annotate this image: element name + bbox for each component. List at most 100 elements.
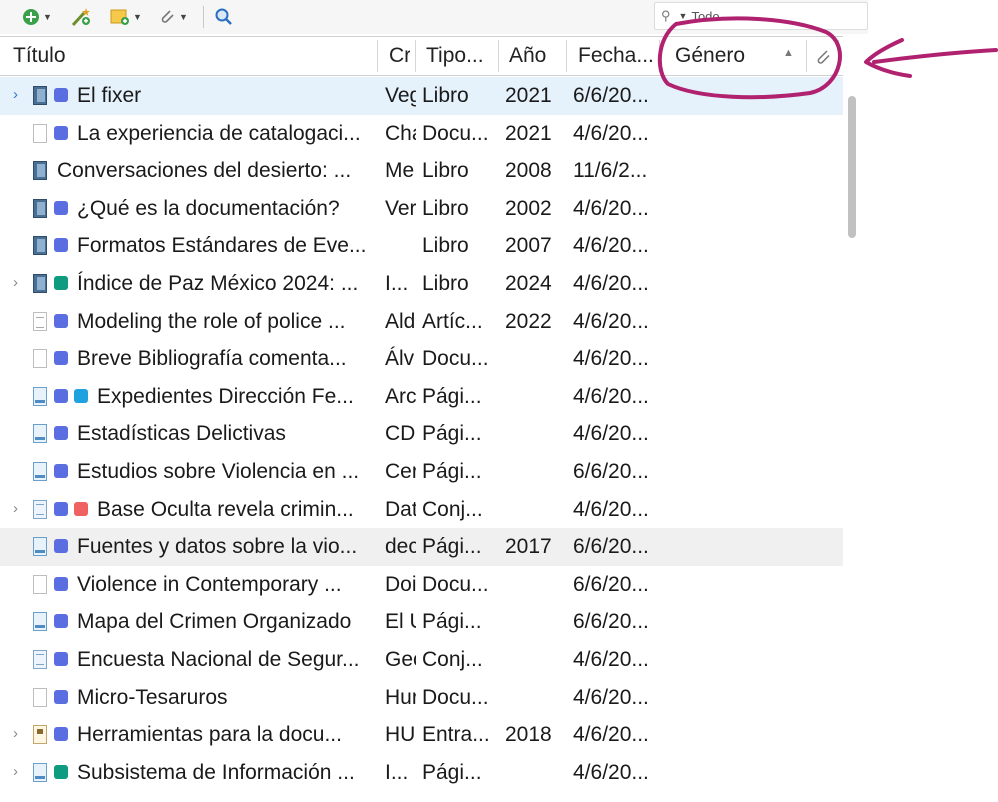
web-item-type-icon [33,424,47,444]
table-row[interactable]: Violence in Contemporary ... Doi Docu... 6/… [0,566,843,604]
expand-twisty-icon[interactable]: › [13,86,18,103]
cell-creator: Hur [385,685,416,709]
new-note-button[interactable]: ▼ [110,6,142,28]
table-row[interactable]: Mapa del Crimen Organizado El UPági... 6/6… [0,603,843,641]
cell-type: Docu... [422,572,489,596]
column-header-row: Título Creador Tipo... Año Fecha... Géne… [0,36,843,76]
column-divider[interactable] [415,40,416,72]
cell-type: Conj... [422,497,483,521]
doc-item-type-icon [33,349,47,369]
cell-date: 4/6/20... [573,760,649,784]
expand-twisty-icon[interactable]: › [13,500,18,517]
column-header-genre[interactable]: Género [675,37,775,75]
cell-title: Fuentes y datos sobre la vio... [77,535,358,559]
items-list[interactable]: › El fixer Veg Libro 2021 6/6/20... La experie… [0,77,843,802]
blue-tag-icon [54,88,68,102]
search-icon: ⚲ [661,8,671,23]
column-header-creator[interactable]: Creador [389,37,410,75]
cell-year [505,754,561,792]
add-attachment-button[interactable]: ▼ [158,6,188,28]
cell-type: Libro [422,272,469,295]
column-header-type[interactable]: Tipo... [426,37,496,75]
doc-item-type-icon [33,574,47,594]
column-divider[interactable] [377,40,378,72]
new-item-button[interactable]: ▼ [22,6,52,28]
table-row[interactable]: › Herramientas para la docu... HU Entra... 2… [0,716,843,754]
cell-title: Violence in Contemporary ... [77,572,342,596]
cell-date: 4/6/20... [573,347,649,371]
cell-creator: Álv [385,347,415,371]
table-row[interactable]: Conversaciones del desierto: ... Me Libro 2… [0,152,843,190]
book-item-type-icon [33,274,47,293]
cell-creator: CD [385,422,416,446]
locate-button[interactable] [214,6,234,28]
toolbar: ▼ ▼ ▼ ⚲ ▼ Todo [0,0,868,34]
table-row[interactable]: La experiencia de catalogaci... ChaDocu..… [0,115,843,153]
search-mode-dropdown[interactable]: ▼ [679,11,688,21]
red-tag-icon [74,501,88,516]
table-row[interactable]: Estadísticas Delictivas CD Pági... 4/6/20..… [0,415,843,453]
expand-twisty-icon[interactable]: › [13,725,18,742]
cell-year [505,679,561,717]
table-row[interactable]: Modeling the role of police ... Ald Artíc.… [0,303,843,341]
table-row[interactable]: Micro-Tesaruros Hur Docu... 4/6/20... [0,679,843,717]
blue-tag-icon [54,238,68,253]
art-item-type-icon [33,311,47,331]
interview-item-type-icon [33,725,47,745]
cell-title: Subsistema de Información ... [77,760,355,784]
table-row[interactable]: › Base Oculta revela crimin... Dat Conj... 4… [0,491,843,529]
column-divider[interactable] [659,40,660,72]
cell-type: Libro [422,84,469,107]
cell-creator: I... [385,760,409,784]
cell-creator: I... [385,272,409,295]
blue-tag-icon [54,501,68,516]
blue-tag-icon [54,313,68,328]
table-row[interactable]: › Subsistema de Información ... I... Pági..… [0,754,843,792]
table-row[interactable]: Formatos Estándares de Eve... Libro 2007 4/… [0,227,843,265]
cell-date: 4/6/20... [573,685,649,709]
green-tag-icon [54,276,68,290]
cell-date: 4/6/20... [573,196,649,220]
toolbar-divider [203,6,204,28]
cell-type: Pági... [422,460,482,483]
cell-title: Índice de Paz México 2024: ... [77,272,359,295]
table-row[interactable]: ¿Qué es la documentación? Ver Libro 2002 4/6… [0,190,843,228]
cell-creator: HU [385,723,416,747]
table-row[interactable]: Fuentes y datos sobre la vio... dec Pági..… [0,528,843,566]
cell-type: Artíc... [422,309,483,333]
expand-twisty-icon[interactable]: › [13,274,18,291]
cell-title: Breve Bibliografía comenta... [77,347,347,371]
column-header-title[interactable]: Título [13,37,373,75]
expand-twisty-icon[interactable]: › [13,763,18,780]
cell-type: Libro [422,234,469,258]
column-divider[interactable] [838,40,839,72]
cell-year: 2018 [505,723,552,747]
cell-date: 4/6/20... [573,234,649,258]
doc-item-type-icon [33,123,47,143]
web-item-type-icon [33,537,47,557]
empty-pane [862,36,998,802]
magic-wand-icon [71,8,90,27]
table-row[interactable]: › El fixer Veg Libro 2021 6/6/20... [0,77,843,115]
cell-year: 2024 [505,272,552,295]
table-row[interactable]: Encuesta Nacional de Segur... Geo Conj... 4… [0,641,843,679]
cell-title: Conversaciones del desierto: ... [57,159,352,183]
add-by-identifier-button[interactable] [70,6,92,28]
table-row[interactable]: Expedientes Dirección Fe... Arc Pági... 4/6… [0,378,843,416]
table-row[interactable]: › Índice de Paz México 2024: ... I... Libro… [0,265,843,303]
cell-title: Estadísticas Delictivas [77,422,286,446]
table-row[interactable]: Breve Bibliografía comenta... Álv Docu... 4… [0,340,843,378]
scrollbar-thumb[interactable] [848,96,856,238]
paperclip-icon[interactable] [815,49,833,65]
cell-creator: Dat [385,497,416,521]
cell-title: Micro-Tesaruros [77,685,228,709]
column-header-date[interactable]: Fecha... [578,37,654,75]
cell-date: 4/6/20... [573,272,649,295]
column-header-year[interactable]: Año [509,37,561,75]
column-divider[interactable] [498,40,499,72]
column-divider[interactable] [806,40,807,72]
table-row[interactable]: Estudios sobre Violencia en ... Cer Pági..… [0,453,843,491]
blue-tag-icon [54,125,68,140]
search-field[interactable]: ⚲ ▼ Todo [654,2,868,30]
column-divider[interactable] [566,40,567,72]
